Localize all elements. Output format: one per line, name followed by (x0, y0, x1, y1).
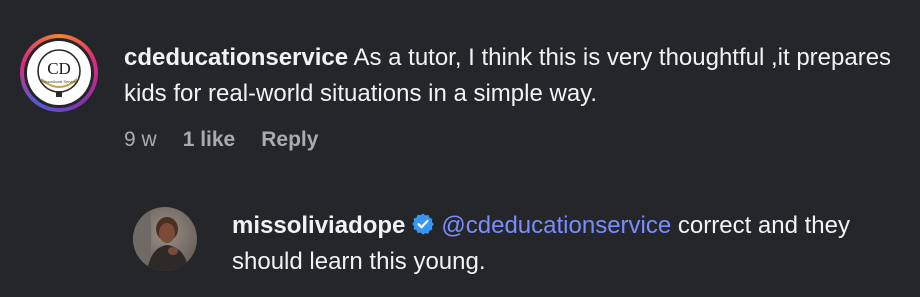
reply-username[interactable]: missoliviadope (232, 212, 405, 239)
reply-avatar[interactable] (133, 207, 197, 271)
cd-logo-icon: CD Educational Service (37, 49, 81, 97)
comment-body: cdeducationservice As a tutor, I think t… (124, 40, 904, 112)
svg-text:Educational Service: Educational Service (41, 79, 77, 84)
svg-text:CD: CD (47, 59, 71, 78)
cd-logo: CD Educational Service (27, 41, 91, 105)
commenter-avatar[interactable]: CD Educational Service (20, 34, 98, 112)
comment-meta: 9 w 1 like Reply (124, 128, 318, 152)
verified-badge-icon (411, 211, 435, 235)
reply-button[interactable]: Reply (261, 128, 318, 152)
reply-body: missoliviadope @cdeducationservice correc… (232, 208, 912, 280)
comment-time: 9 w (124, 128, 157, 151)
profile-photo-icon (133, 207, 197, 271)
reply-mention[interactable]: @cdeducationservice (441, 212, 671, 239)
comment-username[interactable]: cdeducationservice (124, 44, 348, 71)
comment-likes[interactable]: 1 like (183, 128, 236, 152)
